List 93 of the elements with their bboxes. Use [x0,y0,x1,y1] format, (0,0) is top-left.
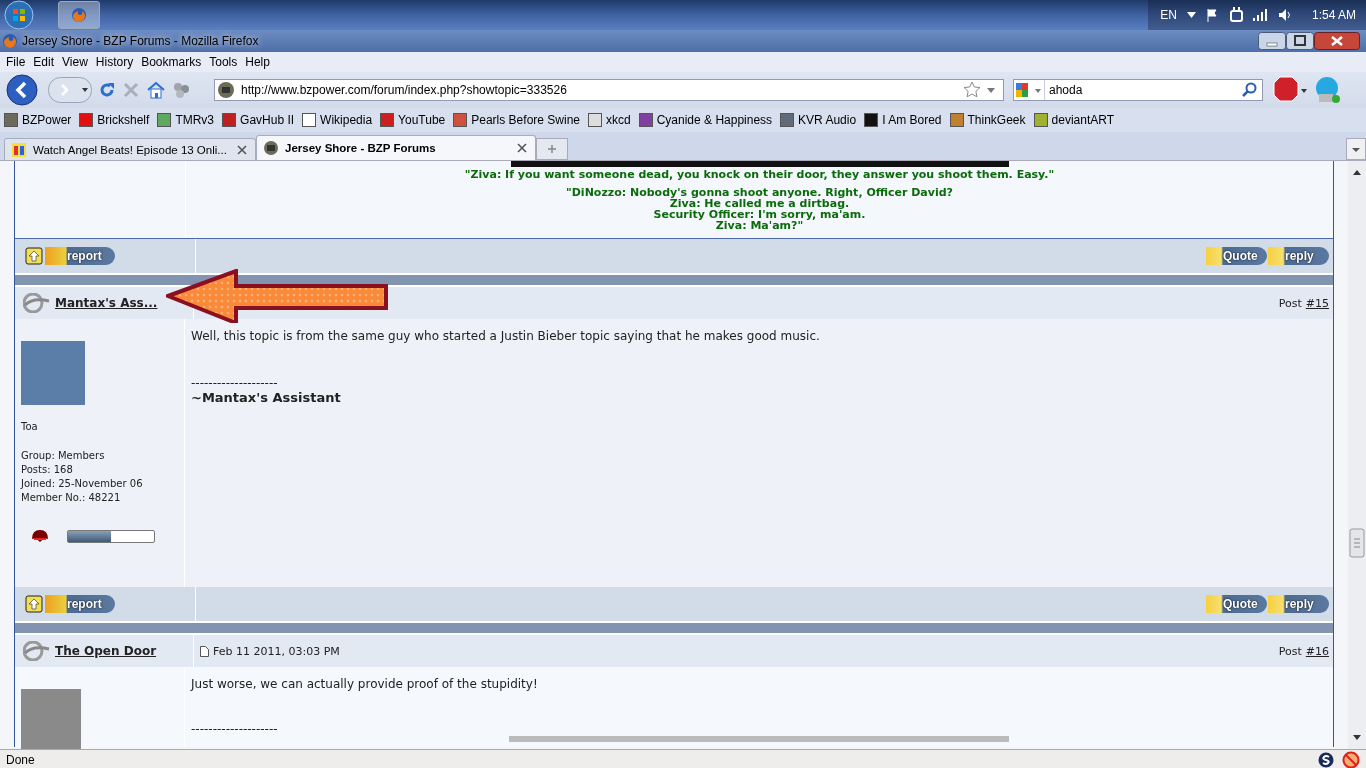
member-stat: Member No.: 48221 [21,491,122,505]
search-icon[interactable] [1242,82,1258,98]
caret-icon[interactable] [987,87,995,93]
post-label: Post [1278,296,1302,310]
firefox-icon [71,7,87,23]
bookmark[interactable]: deviantART [1033,113,1115,127]
member-stat: Posts: 168 [21,463,74,477]
scrollbar[interactable] [1348,161,1366,749]
caret-icon[interactable] [1186,12,1196,18]
post-date: Feb 11 2011, 03:03 PM [213,644,340,658]
bookmark[interactable]: xkcd [588,113,631,127]
star-icon[interactable] [963,81,981,99]
tab[interactable]: Watch Angel Beats! Episode 13 Onli... [4,138,256,160]
volume-icon[interactable] [1277,8,1292,22]
bookmark[interactable]: BZPower [4,113,72,127]
tab-list-button[interactable] [1346,138,1366,160]
quote-line: Security Officer: I'm sorry, ma'am. [653,209,866,220]
search-engine-icon[interactable] [1014,80,1045,100]
firefox-icon [2,33,18,49]
signal-icon[interactable] [1252,9,1268,21]
report-button[interactable]: report [45,595,115,613]
language-indicator[interactable]: EN [1160,8,1177,22]
home-button[interactable] [146,81,166,99]
menu-item[interactable]: File [2,55,30,69]
member-title: Toa [21,421,39,432]
start-button[interactable] [4,0,34,30]
up-arrow-button[interactable] [25,595,43,613]
molecule-icon[interactable] [172,81,190,99]
reply-button[interactable]: reply [1268,595,1329,613]
clock[interactable]: 1:54 AM [1311,8,1356,22]
post-number-link[interactable]: #16 [1305,644,1329,658]
menu-item[interactable]: Edit [29,55,59,69]
search-field[interactable]: ahoda [1013,79,1263,101]
menu-item[interactable]: View [58,55,92,69]
menu-item[interactable]: History [91,55,138,69]
signature-rule: -------------------- [191,376,279,390]
document-icon [200,645,209,657]
quote-button[interactable]: Quote [1206,595,1267,613]
bookmark[interactable]: ThinkGeek [949,113,1026,127]
window-title: Jersey Shore - BZP Forums - Mozilla Firefox [22,34,259,48]
site-icon [217,81,235,99]
author-link[interactable]: The Open Door [55,644,157,658]
bookmark[interactable]: GavHub II [222,113,295,127]
member-stat: Joined: 25-November 06 [21,477,144,491]
signature-rule: -------------------- [191,722,279,736]
avatar-placeholder [21,341,85,405]
quote-line: Ziva: Ma'am?" [715,220,804,231]
bookmark[interactable]: YouTube [380,113,446,127]
member-stat: Group: Members [21,449,106,463]
post-number-link[interactable]: #15 [1305,296,1329,310]
quote-line: Ziva: He called me a dirtbag. [669,198,850,209]
up-arrow-button[interactable] [25,247,43,265]
mask-icon [31,529,49,543]
bookmark[interactable]: Brickshelf [79,113,150,127]
tab-title: Watch Angel Beats! Episode 13 Onli... [33,143,228,156]
avatar-placeholder [21,689,81,749]
report-button[interactable]: report [45,247,115,265]
post-label: Post [1278,644,1302,658]
address-bar[interactable]: http://www.bzpower.com/forum/index.php?showtopic=333526 [214,79,1004,101]
site-icon [11,141,27,158]
taskbar-button[interactable] [58,1,100,29]
s-logo-icon[interactable] [1318,752,1334,768]
close-button[interactable] [1314,32,1360,50]
menu-item[interactable]: Bookmarks [137,55,206,69]
quote-line: "Ziva: If you want someone dead, you knock on their door, they answer you shoot them. Easy." [464,169,1055,180]
bookmark[interactable]: Pearls Before Swine [453,113,580,127]
tab-title: Jersey Shore - BZP Forums [285,142,437,154]
bookmark[interactable]: Wikipedia [302,113,373,127]
author-link[interactable]: Mantax's Ass... [55,296,158,310]
bookmark[interactable]: KVR Audio [780,113,857,127]
bookmark[interactable]: I Am Bored [864,113,942,127]
status-text: Done [6,753,35,767]
quote-button[interactable]: Quote [1206,247,1267,265]
menu-item[interactable]: Tools [205,55,242,69]
power-plug-icon[interactable] [1229,7,1243,23]
post-text: Just worse, we can actually provide proof of the stupidity! [191,677,539,691]
quote-line: "DiNozzo: Nobody's gonna shoot anyone. Right, Officer David? [566,187,953,198]
minimize-button[interactable] [1258,32,1286,50]
reload-button[interactable] [98,81,116,99]
post-text: Well, this topic is from the same guy who started a Justin Bieber topic saying that he makes good music. [191,329,821,343]
site-icon [263,140,279,156]
tab[interactable]: Jersey Shore - BZP Forums [256,135,536,160]
maximize-button[interactable] [1286,32,1314,50]
flag-icon[interactable] [1205,8,1220,22]
bookmark[interactable]: Cyanide & Happiness [638,113,773,127]
close-icon[interactable] [517,143,527,153]
bookmark[interactable]: TMRv3 [157,113,215,127]
close-icon[interactable] [237,144,247,155]
blocked-icon[interactable] [1342,751,1360,768]
reply-button[interactable]: reply [1268,247,1329,265]
menu-item[interactable]: Help [241,55,274,69]
stop-sign-icon[interactable] [1273,76,1307,104]
signature: ~Mantax's Assistant [191,390,342,405]
